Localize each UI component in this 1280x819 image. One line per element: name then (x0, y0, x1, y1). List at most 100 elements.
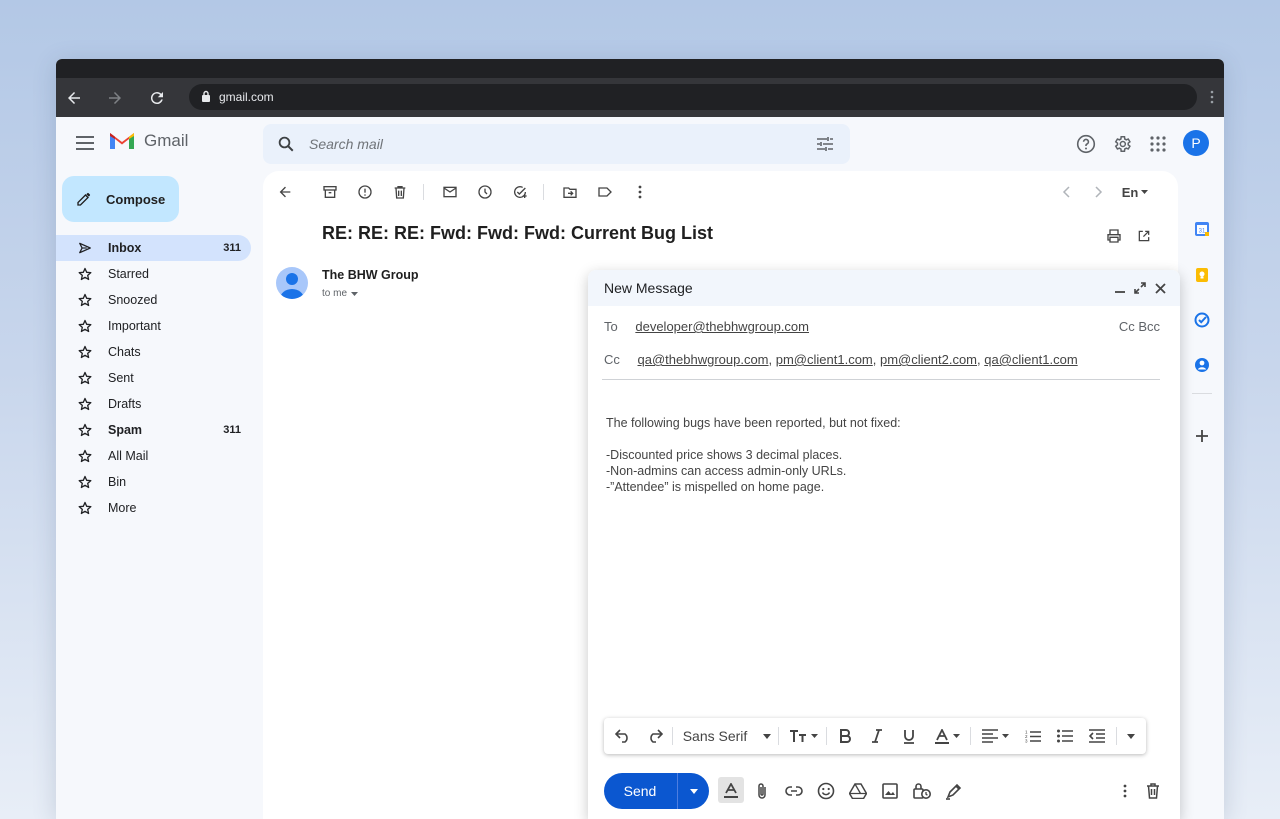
tasks-icon[interactable] (1192, 310, 1212, 330)
cc-recipient[interactable]: qa@client1.com (984, 352, 1077, 367)
numbered-list-icon[interactable]: 123 (1022, 724, 1044, 748)
browser-menu-icon[interactable] (1210, 90, 1214, 109)
cc-bcc-toggle[interactable]: Cc Bcc (1119, 319, 1160, 334)
indent-less-icon[interactable] (1086, 724, 1108, 748)
search-input[interactable]: Search mail (309, 136, 383, 152)
compose-button[interactable]: Compose (62, 176, 179, 222)
font-family-select[interactable]: Sans Serif (680, 724, 774, 748)
search-bar[interactable]: Search mail (263, 124, 850, 164)
underline-icon[interactable] (898, 724, 920, 748)
delete-icon[interactable] (388, 180, 412, 204)
more-options-icon[interactable] (1113, 779, 1137, 803)
formatting-options-icon[interactable] (718, 777, 744, 803)
align-button[interactable] (978, 724, 1012, 748)
minimize-icon[interactable] (1110, 278, 1130, 298)
snooze-clock-icon[interactable] (473, 180, 497, 204)
contacts-icon[interactable] (1192, 355, 1212, 375)
compose-header[interactable]: New Message (588, 270, 1180, 306)
sidebar-item-starred[interactable]: Starred (56, 261, 263, 287)
signature-pen-icon[interactable] (942, 779, 966, 803)
sidebar-item-sent[interactable]: Sent (56, 365, 263, 391)
google-drive-icon[interactable] (846, 779, 870, 803)
account-avatar[interactable]: P (1183, 130, 1209, 156)
recipient-summary[interactable]: to me (322, 288, 359, 299)
bold-icon[interactable] (834, 724, 856, 748)
add-task-icon[interactable] (508, 180, 532, 204)
to-recipient[interactable]: developer@thebhwgroup.com (635, 319, 809, 334)
insert-link-icon[interactable] (782, 779, 806, 803)
svg-text:3: 3 (1025, 739, 1028, 744)
cc-row[interactable]: Cc qa@thebhwgroup.com, pm@client1.com, p… (604, 352, 1078, 367)
sidebar-item-bin[interactable]: Bin (56, 469, 263, 495)
star-icon (78, 501, 92, 515)
star-icon (78, 449, 92, 463)
main-menu-icon[interactable] (74, 132, 96, 154)
sidebar-item-all-mail[interactable]: All Mail (56, 443, 263, 469)
gmail-logo[interactable]: Gmail (108, 130, 188, 151)
star-icon (78, 319, 92, 333)
help-icon[interactable] (1075, 133, 1097, 155)
sidebar-item-label: All Mail (108, 449, 149, 463)
open-new-window-icon[interactable] (1132, 224, 1156, 248)
forward-arrow-icon[interactable] (104, 87, 126, 109)
more-actions-icon[interactable] (628, 180, 652, 204)
insert-photo-icon[interactable] (878, 779, 902, 803)
discard-draft-icon[interactable] (1141, 779, 1165, 803)
fullscreen-icon[interactable] (1130, 278, 1150, 298)
sidebar-item-drafts[interactable]: Drafts (56, 391, 263, 417)
attach-file-icon[interactable] (750, 779, 774, 803)
newer-chevron-icon[interactable] (1055, 180, 1079, 204)
pencil-icon (76, 191, 92, 207)
close-icon[interactable] (1150, 278, 1170, 298)
sidebar-item-spam[interactable]: Spam 311 (56, 417, 263, 443)
title-bar (56, 59, 1224, 78)
label-tag-icon[interactable] (593, 180, 617, 204)
back-to-inbox-icon[interactable] (273, 180, 297, 204)
schedule-send-dropdown[interactable] (677, 773, 709, 809)
sidebar-item-inbox[interactable]: Inbox 311 (56, 235, 251, 261)
bulleted-list-icon[interactable] (1054, 724, 1076, 748)
apps-grid-icon[interactable] (1147, 133, 1169, 155)
font-size-button[interactable] (786, 724, 820, 748)
sidebar-item-chats[interactable]: Chats (56, 339, 263, 365)
input-tools-button[interactable]: En (1119, 180, 1151, 204)
star-icon (78, 371, 92, 385)
archive-icon[interactable] (318, 180, 342, 204)
cc-recipients[interactable]: qa@thebhwgroup.com, pm@client1.com, pm@c… (638, 352, 1078, 367)
settings-gear-icon[interactable] (1111, 133, 1133, 155)
url-field[interactable]: gmail.com (189, 84, 1197, 110)
sidebar-item-label: Spam (108, 423, 143, 437)
search-icon[interactable] (277, 135, 295, 153)
calendar-icon[interactable]: 31 (1192, 219, 1212, 239)
search-options-icon[interactable] (816, 135, 834, 153)
sidebar-item-snoozed[interactable]: Snoozed (56, 287, 263, 313)
text-color-button[interactable] (930, 724, 964, 748)
caret-down-icon (1001, 734, 1009, 738)
older-chevron-icon[interactable] (1086, 180, 1110, 204)
cc-recipient[interactable]: qa@thebhwgroup.com (638, 352, 769, 367)
cc-recipient[interactable]: pm@client2.com (880, 352, 977, 367)
sidebar-item-important[interactable]: Important (56, 313, 263, 339)
send-button[interactable]: Send (604, 773, 676, 809)
email-subject: RE: RE: RE: Fwd: Fwd: Fwd: Current Bug L… (322, 223, 713, 243)
report-spam-icon[interactable] (353, 180, 377, 204)
italic-icon[interactable] (866, 724, 888, 748)
to-row[interactable]: To developer@thebhwgroup.com (604, 319, 809, 334)
reload-icon[interactable] (146, 87, 168, 109)
input-tools-label: En (1121, 184, 1139, 200)
message-body[interactable]: The following bugs have been reported, b… (606, 415, 901, 495)
back-arrow-icon[interactable] (63, 87, 85, 109)
header-divider (602, 379, 1160, 380)
redo-icon[interactable] (644, 724, 666, 748)
confidential-mode-icon[interactable] (910, 779, 934, 803)
emoji-icon[interactable] (814, 779, 838, 803)
keep-icon[interactable] (1192, 265, 1212, 285)
sidebar-item-more[interactable]: More (56, 495, 263, 521)
add-addon-icon[interactable] (1192, 426, 1212, 446)
mark-unread-icon[interactable] (438, 180, 462, 204)
cc-recipient[interactable]: pm@client1.com (776, 352, 873, 367)
more-formatting-icon[interactable] (1122, 724, 1140, 748)
undo-icon[interactable] (612, 724, 634, 748)
print-icon[interactable] (1102, 224, 1126, 248)
move-to-icon[interactable] (558, 180, 582, 204)
